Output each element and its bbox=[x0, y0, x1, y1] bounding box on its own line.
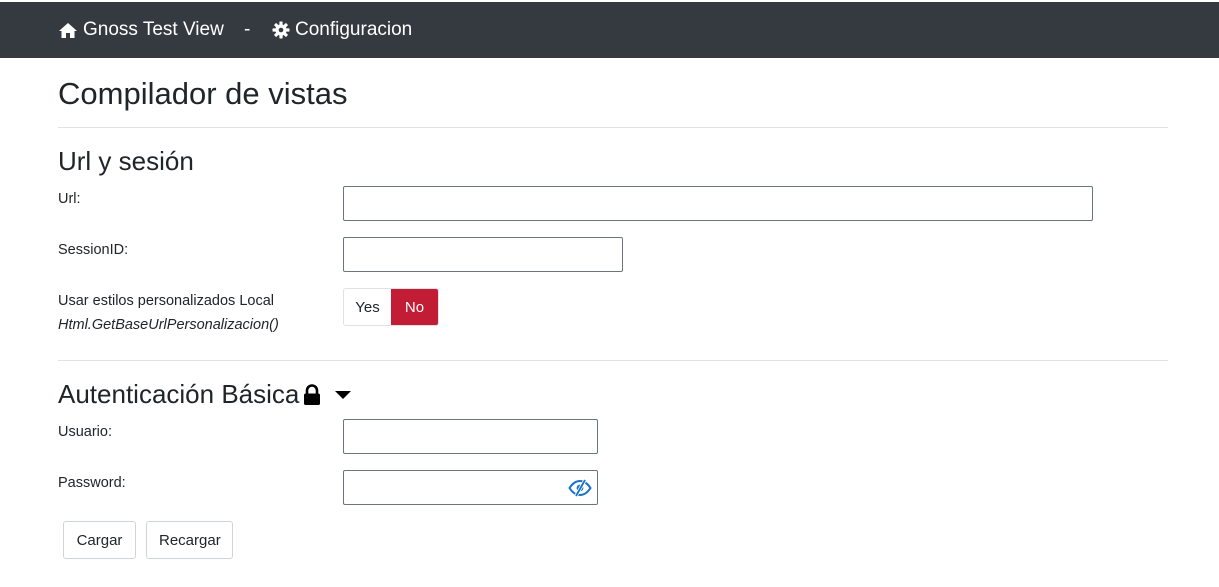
brand-link[interactable]: Gnoss Test View bbox=[58, 2, 224, 58]
toggle-no-option[interactable]: No bbox=[391, 289, 438, 325]
auth-section-heading: Autenticación Básica bbox=[58, 379, 300, 409]
styles-toggle: Yes No bbox=[343, 288, 439, 326]
styles-label: Usar estilos personalizados Local bbox=[58, 293, 274, 309]
brand-label: Gnoss Test View bbox=[83, 19, 224, 40]
config-label: Configuracion bbox=[295, 19, 413, 40]
gear-icon bbox=[272, 21, 290, 39]
caret-down-icon[interactable] bbox=[334, 389, 352, 401]
navbar-separator: - bbox=[244, 19, 251, 40]
styles-label-block: Usar estilos personalizados Local Html.G… bbox=[58, 289, 279, 337]
config-link[interactable]: Configuracion bbox=[272, 2, 412, 58]
password-label: Password: bbox=[58, 475, 126, 491]
home-icon bbox=[59, 22, 77, 38]
toggle-password-visibility[interactable] bbox=[567, 477, 593, 499]
auth-section-header[interactable]: Autenticación Básica bbox=[58, 379, 352, 410]
reload-button[interactable]: Recargar bbox=[146, 521, 233, 559]
page-title: Compilador de vistas bbox=[58, 76, 348, 111]
url-input[interactable] bbox=[343, 186, 1093, 221]
url-section-heading: Url y sesión bbox=[58, 146, 194, 176]
title-divider bbox=[58, 127, 1168, 128]
load-button[interactable]: Cargar bbox=[63, 521, 136, 559]
lock-icon bbox=[304, 383, 321, 405]
section-divider bbox=[58, 360, 1168, 361]
eye-slash-icon bbox=[568, 479, 592, 497]
password-input[interactable] bbox=[343, 470, 598, 505]
styles-sublabel: Html.GetBaseUrlPersonalizacion() bbox=[58, 317, 279, 333]
session-label: SessionID: bbox=[58, 242, 129, 258]
session-id-input[interactable] bbox=[343, 237, 623, 272]
top-navbar: Gnoss Test View - Configuracion bbox=[0, 2, 1219, 58]
user-label: Usuario: bbox=[58, 424, 112, 440]
toggle-yes-option[interactable]: Yes bbox=[344, 289, 391, 325]
user-input[interactable] bbox=[343, 419, 598, 454]
url-label: Url: bbox=[58, 191, 81, 207]
